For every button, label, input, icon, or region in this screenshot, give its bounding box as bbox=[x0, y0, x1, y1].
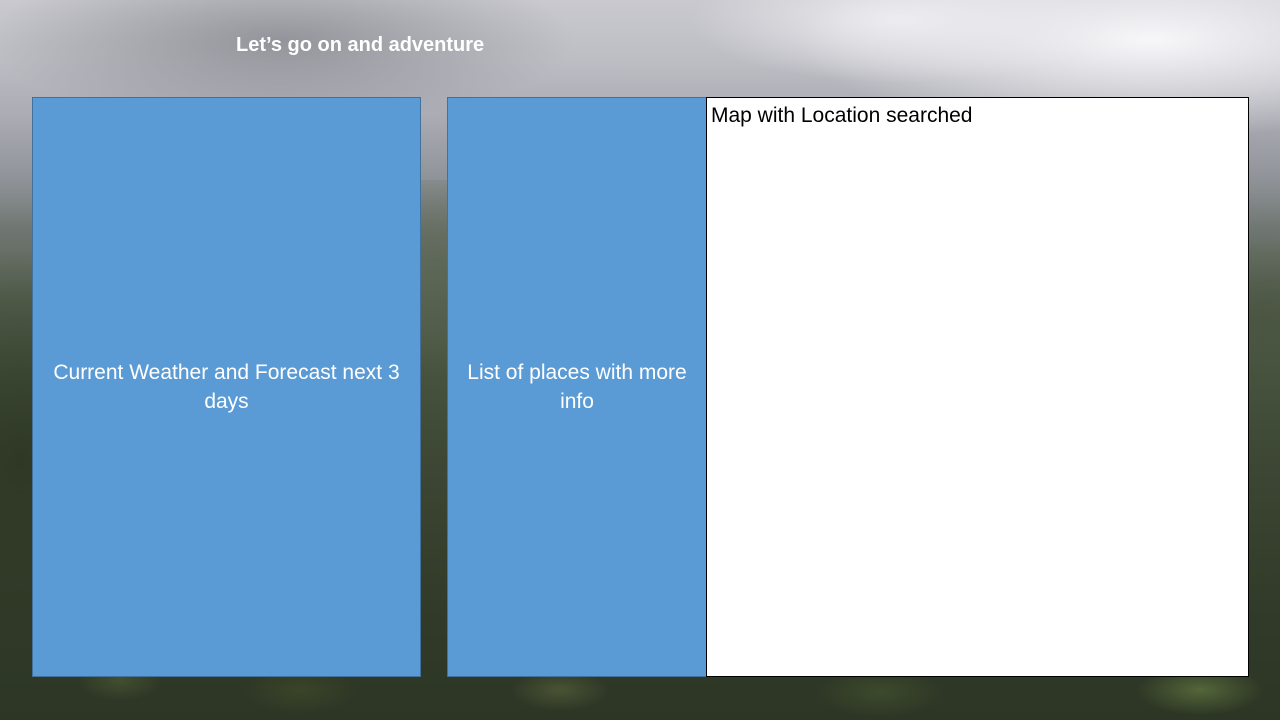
map-label: Map with Location searched bbox=[711, 104, 973, 127]
weather-forecast-panel[interactable]: Current Weather and Forecast next 3 days bbox=[32, 97, 421, 677]
weather-forecast-label: Current Weather and Forecast next 3 days bbox=[53, 361, 400, 413]
places-list-label: List of places with more info bbox=[467, 361, 687, 413]
page-title: Let’s go on and adventure bbox=[236, 34, 485, 56]
map-panel[interactable]: Map with Location searched bbox=[706, 97, 1249, 677]
places-list-panel[interactable]: List of places with more info bbox=[447, 97, 707, 677]
